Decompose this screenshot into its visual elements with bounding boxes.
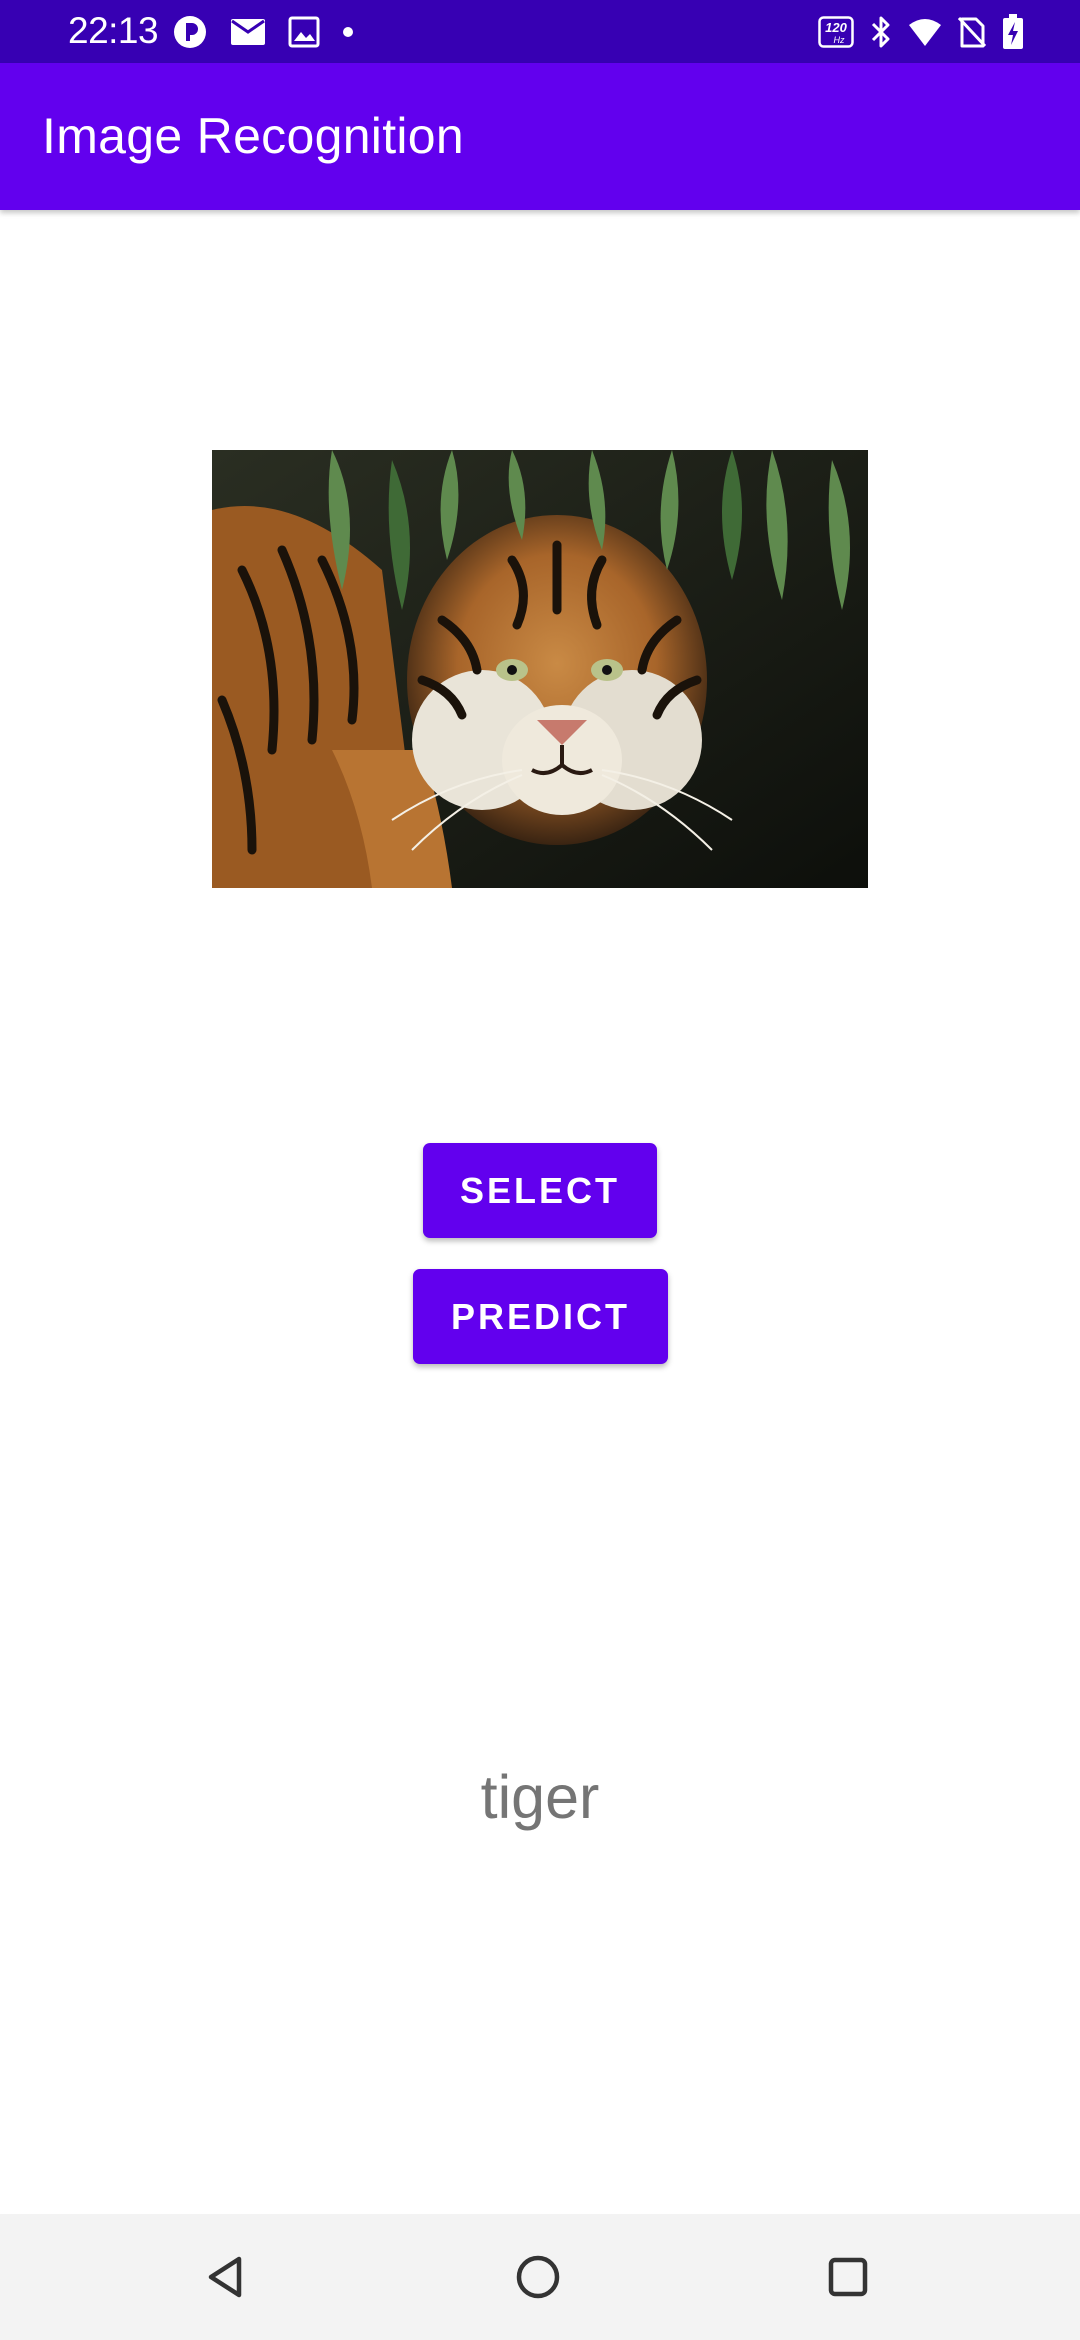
recents-icon <box>828 2257 868 2297</box>
status-system-icons: 120 Hz <box>802 14 1024 50</box>
battery-charging-icon <box>1002 14 1024 50</box>
mail-icon <box>230 18 266 46</box>
dot-icon <box>342 26 354 38</box>
wifi-icon <box>908 17 942 47</box>
status-notification-icons <box>172 14 376 50</box>
status-bar: 22:13 120 Hz <box>0 0 1080 63</box>
app-notification-icon <box>172 14 208 50</box>
refresh-rate-label: 120 <box>825 20 847 35</box>
refresh-rate-120hz-icon: 120 Hz <box>818 16 854 48</box>
status-time: 22:13 <box>68 10 159 51</box>
select-button[interactable]: SELECT <box>423 1143 657 1238</box>
no-sim-icon <box>958 15 986 49</box>
home-button[interactable] <box>502 2241 574 2313</box>
home-icon <box>516 2255 560 2299</box>
back-button[interactable] <box>190 2241 262 2313</box>
refresh-rate-unit: Hz <box>834 35 845 45</box>
navigation-bar <box>0 2214 1080 2340</box>
app-bar: Image Recognition <box>0 63 1080 210</box>
image-icon <box>288 16 320 48</box>
predict-button[interactable]: PREDICT <box>413 1269 668 1364</box>
selected-image-preview <box>212 450 868 888</box>
recents-button[interactable] <box>812 2241 884 2313</box>
app-title: Image Recognition <box>42 108 465 164</box>
prediction-result: tiger <box>480 1763 600 1831</box>
tiger-photo <box>212 450 868 888</box>
bluetooth-icon <box>870 15 892 49</box>
back-icon <box>208 2256 242 2298</box>
